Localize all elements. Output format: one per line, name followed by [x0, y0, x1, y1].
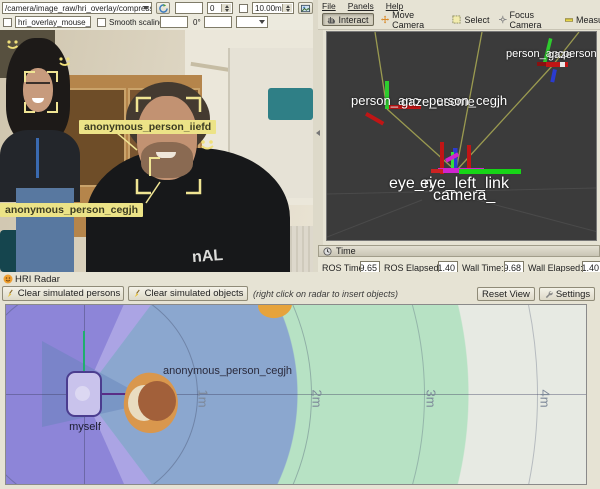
person-label-cegjh: anonymous_person_cegjh [0, 203, 143, 217]
camera-view[interactable]: nAL anonymous_person_iief [0, 30, 313, 272]
mouse-topic-value: hri_overlay_mouse_left [18, 18, 91, 27]
ring-label-1m: 1m [196, 389, 211, 407]
smooth-scaling-checkbox[interactable] [97, 18, 106, 27]
ros-elapsed-value: 1.40 [438, 263, 455, 273]
tf-label: person_ii [563, 48, 597, 60]
image-icon [301, 4, 310, 13]
tf-label: person_cegjh [429, 93, 507, 108]
wall-time-value: 9.68 [504, 263, 521, 273]
mode-combo[interactable] [236, 16, 268, 28]
reset-view-button[interactable]: Reset View [477, 287, 535, 301]
hri-overlay-graphics [0, 30, 313, 272]
select-box-icon [452, 15, 461, 24]
myself-heading-line [83, 331, 85, 375]
refresh-topics-button[interactable] [156, 2, 170, 14]
image-topic-value: /camera/image_raw/hri_overlay/compressed [5, 4, 152, 13]
angle-label: 0° [193, 18, 201, 27]
time-panel-title: Time [336, 246, 356, 256]
smiley-icon [59, 57, 69, 65]
reset-view-label: Reset View [482, 289, 530, 300]
image-toolbar: /camera/image_raw/hri_overlay/compressed… [0, 0, 318, 30]
tf-frame-camera-eyes [431, 142, 521, 174]
move-arrows-icon [381, 15, 389, 24]
hand-icon [327, 15, 335, 24]
rviz-toolbar: Interact Move Camera Select Focus Camera… [318, 11, 600, 30]
face-box-man [137, 98, 200, 193]
myself-label: myself [59, 421, 111, 433]
broom-icon [133, 289, 142, 298]
tf-label: camera_ [433, 187, 495, 205]
focus-crosshair-icon [499, 15, 507, 24]
tool-move-camera-label: Move Camera [392, 10, 443, 30]
radar-canvas[interactable]: myself anonymous_person_cegjh 1m 2m 3m 4… [5, 304, 587, 485]
tool-select-label: Select [464, 15, 489, 25]
chevron-down-icon [259, 20, 265, 24]
snapshot-button[interactable] [298, 2, 313, 14]
smiley-icon [7, 40, 17, 48]
tool-interact-button[interactable]: Interact [322, 13, 374, 26]
menu-file[interactable]: File [322, 1, 336, 11]
depth-value: 10.00m [255, 4, 282, 13]
depth-spin-arrows[interactable] [282, 4, 292, 12]
mouse-topic-checkbox[interactable] [3, 18, 12, 27]
ring-label-3m: 3m [424, 389, 439, 407]
radar-person-label: anonymous_person_cegjh [163, 365, 292, 377]
refresh-icon [159, 4, 168, 13]
clear-persons-button[interactable]: Clear simulated persons [2, 286, 124, 301]
facial-landmark-bracket [150, 158, 160, 176]
face-box-woman [25, 72, 57, 112]
smiley-icon [201, 140, 213, 148]
radar-panel-title: HRI Radar [15, 274, 60, 285]
panel-splitter[interactable] [313, 0, 323, 272]
status-field[interactable] [175, 2, 203, 14]
ros-time-value: 9.65 [360, 263, 377, 273]
radar-panel-header: HRI Radar Clear simulated persons Clear … [0, 272, 600, 304]
clear-objects-button[interactable]: Clear simulated objects [128, 286, 248, 301]
smooth-scaling-label: Smooth scaling [109, 18, 164, 27]
time-panel-titlebar[interactable]: Time [318, 245, 600, 257]
frames-spin-arrows[interactable] [221, 4, 231, 12]
rviz-3d-viewport[interactable]: person_ano gaze_uscme person_cegjh perso… [326, 31, 597, 241]
tool-measure-label: Measure [576, 15, 600, 25]
person-label-iiefd: anonymous_person_iiefd [79, 120, 216, 134]
radar-hint-text: (right click on radar to insert objects) [253, 289, 398, 299]
depth-checkbox[interactable] [239, 4, 248, 13]
broom-icon [6, 289, 15, 298]
myself-inner-circle [75, 386, 90, 401]
wrench-icon [544, 290, 553, 299]
ring-label-2m: 2m [310, 389, 325, 407]
chevron-down-icon [143, 6, 149, 10]
settings-button[interactable]: Settings [539, 287, 595, 301]
splitter-handle-icon[interactable] [316, 130, 320, 136]
clear-objects-label: Clear simulated objects [145, 288, 244, 299]
scale-field[interactable] [160, 16, 188, 28]
depth-spinbox[interactable]: 10.00m [252, 2, 294, 14]
mouse-topic-field[interactable]: hri_overlay_mouse_left [15, 16, 91, 28]
wall-elapsed-value: 1.40 [582, 263, 599, 273]
tf-frames-graphics [327, 32, 597, 241]
frames-value: 0 [210, 4, 214, 13]
radar-panel-icon [3, 274, 13, 284]
tool-measure-button[interactable]: Measure [564, 13, 600, 26]
menu-panels[interactable]: Panels [348, 1, 374, 11]
tool-focus-camera-button[interactable]: Focus Camera [498, 13, 560, 26]
ruler-icon [565, 16, 573, 24]
image-topic-combo[interactable]: /camera/image_raw/hri_overlay/compressed [2, 2, 152, 14]
clock-icon [323, 247, 332, 256]
tool-move-camera-button[interactable]: Move Camera [380, 13, 444, 26]
ring-label-4m: 4m [538, 389, 553, 407]
frames-spinbox[interactable]: 0 [207, 2, 233, 14]
hri-workbench-window: /camera/image_raw/hri_overlay/compressed… [0, 0, 600, 489]
radar-person-head [138, 381, 176, 421]
settings-label: Settings [556, 289, 590, 300]
myself-icon[interactable] [66, 371, 102, 417]
tool-interact-label: Interact [338, 15, 368, 25]
tool-select-button[interactable]: Select [450, 13, 492, 26]
angle-field[interactable] [204, 16, 232, 28]
tool-focus-camera-label: Focus Camera [510, 10, 559, 30]
clear-persons-label: Clear simulated persons [18, 288, 120, 299]
